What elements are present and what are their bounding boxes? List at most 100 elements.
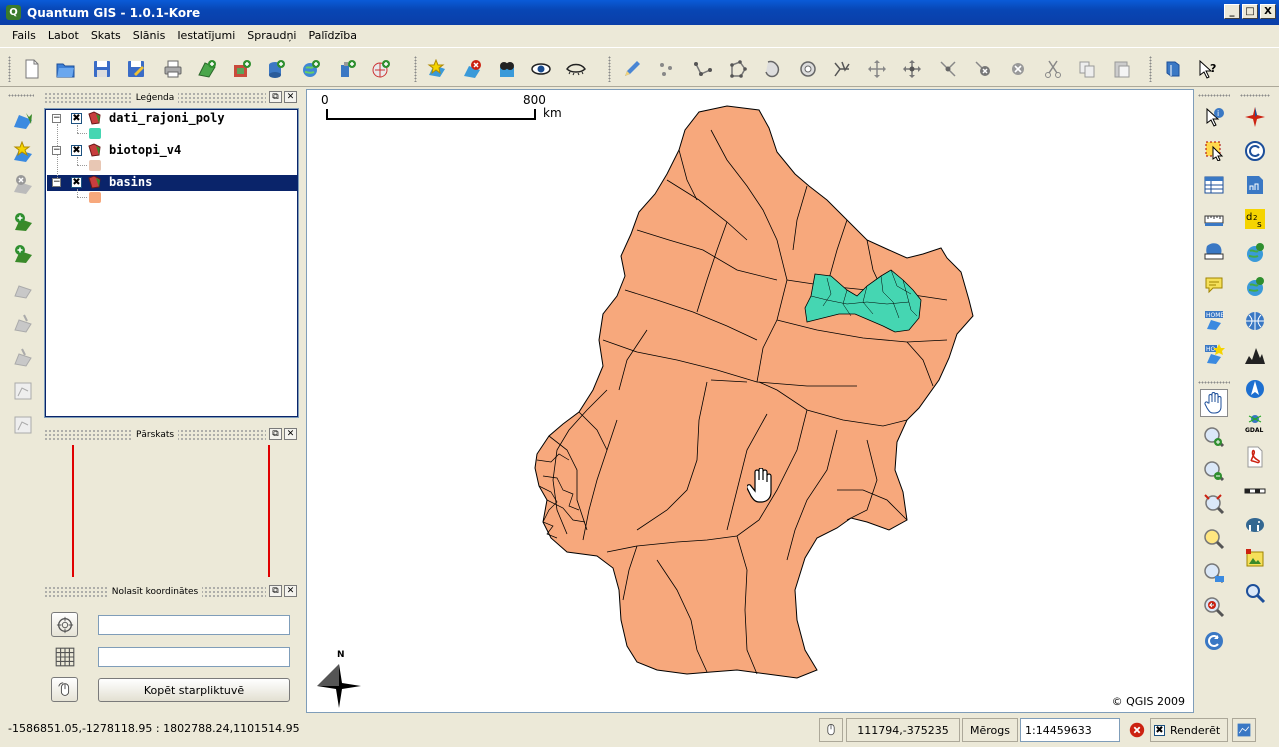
left-bar-grip[interactable] <box>8 94 34 97</box>
menu-labot[interactable]: Labot <box>42 29 85 42</box>
zoom-in-icon[interactable] <box>1200 423 1228 451</box>
layer-name-dati-rajoni-poly[interactable]: dati_rajoni_poly <box>109 111 225 125</box>
layer-visibility-checkbox[interactable]: ✖ <box>71 113 82 124</box>
pdf-export-icon[interactable] <box>1241 443 1269 471</box>
select-features-icon[interactable] <box>1200 136 1228 164</box>
add-layer-green-icon[interactable] <box>9 240 37 268</box>
d2s-plugin-icon[interactable]: d2s <box>1241 205 1269 233</box>
menu-fails[interactable]: Fails <box>6 29 42 42</box>
add-vertex-icon[interactable] <box>899 56 925 82</box>
measure-area-icon[interactable] <box>1200 237 1228 265</box>
right-bar-grip[interactable] <box>1198 94 1230 97</box>
help-book-icon[interactable] <box>1160 56 1186 82</box>
add-layer-icon[interactable] <box>9 208 37 236</box>
toolbar-grip[interactable] <box>608 56 611 82</box>
show-all-layers-icon[interactable] <box>528 56 554 82</box>
coordinate-input-1[interactable] <box>98 615 290 635</box>
copyright-label-plugin-icon[interactable] <box>1241 137 1269 165</box>
overview-add-icon[interactable] <box>494 56 520 82</box>
menu-iestatijumi[interactable]: Iestatījumi <box>171 29 241 42</box>
remove-layer-icon[interactable] <box>459 56 485 82</box>
layer-visibility-checkbox[interactable]: ✖ <box>71 177 82 188</box>
new-project-icon[interactable] <box>19 56 45 82</box>
scale-input[interactable]: 1:14459633 <box>1020 718 1120 742</box>
right-bar-grip[interactable] <box>1198 381 1230 384</box>
render-toggle[interactable]: ✖ Renderēt <box>1150 718 1228 742</box>
zoom-last-icon[interactable] <box>1200 593 1228 621</box>
save-vector-plugin-icon[interactable] <box>1241 171 1269 199</box>
legend-tree[interactable]: − ✖ dati_rajoni_poly − ✖ biotopi_v4 − ✖ … <box>44 108 299 418</box>
minimize-button[interactable]: _ <box>1224 4 1240 19</box>
collapse-toggle[interactable]: − <box>52 178 61 187</box>
maximize-button[interactable]: □ <box>1242 4 1258 19</box>
zoom-to-selection-icon[interactable] <box>1200 525 1228 553</box>
menu-slanis[interactable]: Slānis <box>127 29 172 42</box>
gdal-tools-icon[interactable]: GDAL <box>1241 409 1269 437</box>
new-bookmark-icon[interactable] <box>424 56 450 82</box>
new-bookmark-icon[interactable] <box>9 138 37 166</box>
collapse-toggle[interactable]: − <box>52 146 61 155</box>
add-wms-layer-icon[interactable] <box>298 56 324 82</box>
menu-spraudni[interactable]: Spraudņi <box>241 29 302 42</box>
coords-float-button[interactable]: ⧉ <box>269 585 282 597</box>
print-icon[interactable] <box>160 56 186 82</box>
split-feature-icon[interactable] <box>829 56 855 82</box>
layer-name-biotopi-v4[interactable]: biotopi_v4 <box>109 143 181 157</box>
add-wfs-layer-icon[interactable] <box>334 56 360 82</box>
search-plugin-icon[interactable] <box>1241 579 1269 607</box>
profile-plugin-icon[interactable] <box>1241 341 1269 369</box>
map-canvas[interactable]: 0 800 km N © QGIS 2009 <box>306 89 1194 713</box>
layer-frame-disabled-icon[interactable] <box>9 411 37 439</box>
overview-close-button[interactable]: ✕ <box>284 428 297 440</box>
layer-name-basins[interactable]: basins <box>109 175 152 189</box>
open-project-icon[interactable] <box>53 56 79 82</box>
move-vertex-icon[interactable] <box>864 56 890 82</box>
postgis-elephant-icon[interactable] <box>1241 511 1269 539</box>
refresh-icon[interactable] <box>1200 627 1228 655</box>
grid-globe-plugin-icon[interactable] <box>1241 307 1269 335</box>
home-extent-icon[interactable]: HOME <box>1200 306 1228 334</box>
zoom-full-icon[interactable] <box>1200 490 1228 518</box>
toolbar-grip[interactable] <box>8 56 11 82</box>
add-ring-icon[interactable] <box>795 56 821 82</box>
copy-features-icon[interactable] <box>1074 56 1100 82</box>
zoom-out-icon[interactable] <box>1200 457 1228 485</box>
menu-skats[interactable]: Skats <box>85 29 127 42</box>
add-vector-layer-icon[interactable] <box>9 106 37 134</box>
capture-polygon-icon[interactable] <box>725 56 751 82</box>
add-spatialite-icon[interactable] <box>368 56 394 82</box>
hide-all-layers-icon[interactable] <box>563 56 589 82</box>
capture-point-icon[interactable] <box>653 56 679 82</box>
overview-float-button[interactable]: ⧉ <box>269 428 282 440</box>
delete-selected-icon[interactable] <box>970 56 996 82</box>
close-button[interactable]: X <box>1260 4 1276 19</box>
layer-disabled-icon[interactable] <box>9 275 37 303</box>
delete-vertex-icon[interactable] <box>935 56 961 82</box>
globe-plugin-icon[interactable] <box>1241 239 1269 267</box>
identify-features-icon[interactable]: i <box>1200 104 1228 132</box>
mouse-track-button[interactable] <box>51 677 78 702</box>
layer-disabled-icon[interactable] <box>9 309 37 337</box>
coords-close-button[interactable]: ✕ <box>284 585 297 597</box>
copy-to-clipboard-button[interactable]: Kopēt starpliktuvē <box>98 678 290 702</box>
attribute-table-icon[interactable] <box>1200 171 1228 199</box>
add-raster-layer-icon[interactable] <box>229 56 255 82</box>
projection-status-button[interactable] <box>1232 718 1256 742</box>
scale-bar-plugin-icon[interactable] <box>1241 477 1269 505</box>
layer-disabled-icon[interactable] <box>9 343 37 371</box>
legend-close-button[interactable]: ✕ <box>284 91 297 103</box>
paste-features-icon[interactable] <box>1109 56 1135 82</box>
layer-visibility-checkbox[interactable]: ✖ <box>71 145 82 156</box>
save-project-icon[interactable] <box>89 56 115 82</box>
whats-this-icon[interactable]: ? <box>1195 56 1221 82</box>
navigation-plugin-icon[interactable] <box>1241 375 1269 403</box>
capture-coordinate-button[interactable] <box>51 612 78 637</box>
scissors-icon[interactable] <box>1040 56 1066 82</box>
zoom-to-layer-icon[interactable] <box>1200 559 1228 587</box>
cut-features-icon[interactable] <box>1005 56 1031 82</box>
measure-line-icon[interactable] <box>1200 205 1228 233</box>
set-home-icon[interactable]: HO <box>1200 340 1228 368</box>
north-arrow-plugin-icon[interactable] <box>1241 103 1269 131</box>
toolbar-grip[interactable] <box>1149 56 1152 82</box>
add-postgis-layer-icon[interactable] <box>263 56 289 82</box>
